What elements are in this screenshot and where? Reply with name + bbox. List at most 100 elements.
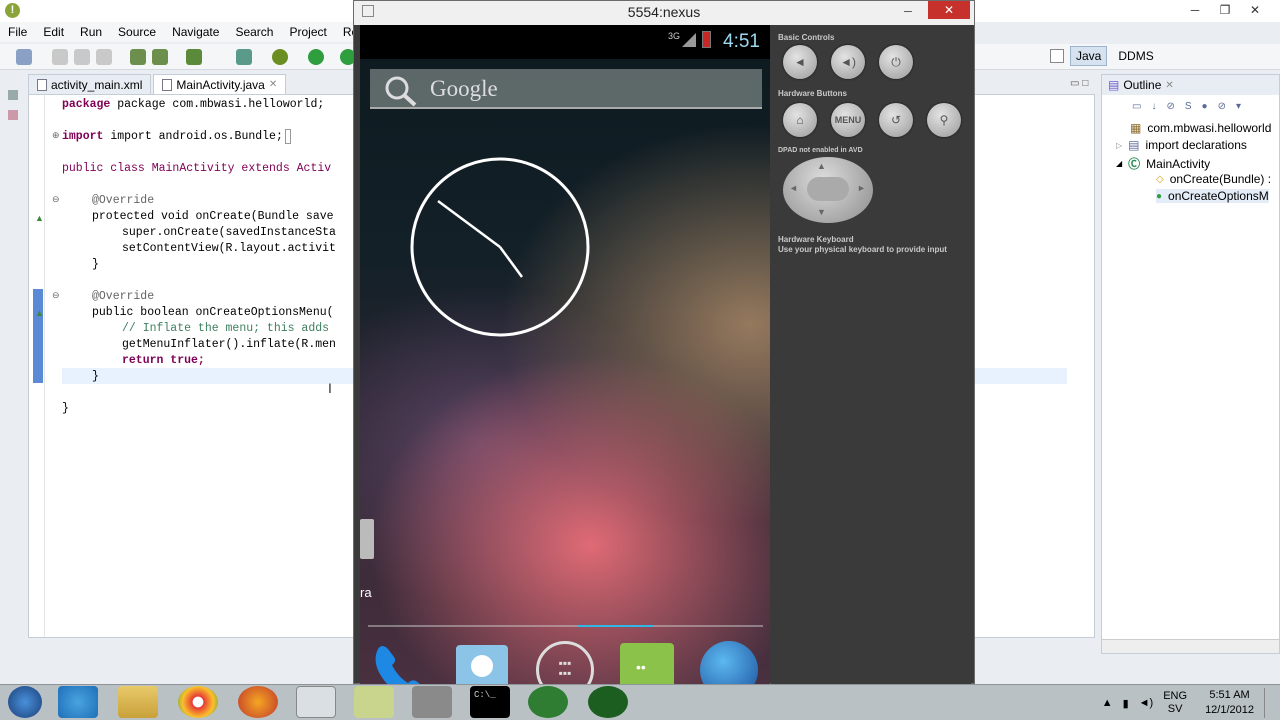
open-perspective-icon[interactable]: [1050, 49, 1064, 63]
class-icon: Ⓒ: [1128, 157, 1141, 171]
notes-icon[interactable]: [354, 686, 394, 718]
perspective-java[interactable]: Java: [1070, 46, 1108, 66]
android-task-icon[interactable]: [588, 686, 628, 718]
menu-file[interactable]: File: [0, 25, 35, 39]
outline-class[interactable]: ◢ Ⓒ MainActivity: [1116, 155, 1210, 172]
dpad-right-icon[interactable]: ►: [857, 183, 866, 193]
emulator-minimize-button[interactable]: ─: [904, 1, 912, 23]
dpad-left-icon[interactable]: ◄: [789, 183, 798, 193]
close-outline-icon[interactable]: ✕: [1165, 80, 1173, 91]
hide-local-types-icon[interactable]: ⊘: [1218, 101, 1226, 112]
refresh-icon[interactable]: [236, 49, 252, 65]
show-hidden-icons[interactable]: ▲: [1102, 697, 1113, 709]
analog-clock-widget[interactable]: [408, 155, 592, 339]
tray-time: 5:51 AM: [1209, 689, 1250, 701]
menu-run[interactable]: Run: [72, 25, 110, 39]
minimize-editor-icon[interactable]: ▭: [1070, 78, 1079, 89]
phone-icon[interactable]: [370, 641, 430, 685]
minimize-button[interactable]: ─: [1180, 0, 1210, 20]
close-button[interactable]: ✕: [1240, 0, 1270, 20]
eclipse-task-icon[interactable]: [528, 686, 568, 718]
outline-package[interactable]: ▦ com.mbwasi.helloworld: [1130, 121, 1271, 135]
hide-static-icon[interactable]: S: [1185, 101, 1192, 112]
debug-icon[interactable]: [272, 49, 288, 65]
messaging-icon[interactable]: ••: [620, 643, 674, 685]
hide-fields-icon[interactable]: ⊘: [1166, 101, 1174, 112]
close-tab-icon[interactable]: ✕: [269, 75, 277, 95]
internet-explorer-icon[interactable]: [58, 686, 98, 718]
perspective-ddms[interactable]: DDMS: [1113, 47, 1158, 65]
new-icon[interactable]: [16, 49, 32, 65]
fold-icon[interactable]: ⊖: [52, 290, 60, 301]
code-line: @Override: [92, 194, 155, 207]
language-indicator[interactable]: ENG SV: [1163, 690, 1187, 716]
task-manager-icon[interactable]: [296, 686, 336, 718]
tab-mainactivity-java[interactable]: MainActivity.java ✕: [153, 74, 287, 95]
avd-manager-icon[interactable]: [152, 49, 168, 65]
dpad-down-icon[interactable]: ▼: [817, 207, 826, 217]
dpad-center[interactable]: [807, 177, 849, 201]
android-sdk-icon[interactable]: [130, 49, 146, 65]
outline-scrollbar[interactable]: [1102, 639, 1279, 653]
hide-nonpublic-icon[interactable]: ●: [1202, 101, 1208, 112]
outline-method[interactable]: ● onCreateOptionsM: [1156, 189, 1269, 203]
restore-icon[interactable]: [8, 90, 18, 100]
outline-title[interactable]: Outline: [1123, 78, 1161, 92]
menu-search[interactable]: Search: [227, 25, 281, 39]
volume-tray-icon[interactable]: ◄): [1139, 697, 1154, 709]
tab-activity-main-xml[interactable]: activity_main.xml: [28, 74, 152, 94]
all-apps-icon[interactable]: ▪▪▪ ▪▪▪: [536, 641, 594, 685]
show-desktop-button[interactable]: [1264, 688, 1272, 718]
code-line: return true;: [122, 354, 205, 367]
fold-icon[interactable]: ⊕: [52, 130, 60, 141]
start-button[interactable]: [8, 686, 42, 718]
google-search-bar[interactable]: Google: [370, 69, 762, 109]
maximize-editor-icon[interactable]: □: [1082, 78, 1088, 89]
package-explorer-icon[interactable]: [8, 110, 18, 120]
chrome-icon[interactable]: [178, 686, 218, 718]
menu-edit[interactable]: Edit: [35, 25, 72, 39]
eclipse-app-icon: !: [5, 3, 20, 18]
command-prompt-icon[interactable]: C:\_: [470, 686, 510, 718]
dpad[interactable]: ▲ ▼ ◄ ►: [783, 157, 873, 223]
tray-clock[interactable]: 5:51 AM 12/1/2012: [1205, 688, 1254, 718]
home-button[interactable]: ⌂: [783, 103, 817, 137]
menu-project[interactable]: Project: [281, 25, 334, 39]
menu-navigate[interactable]: Navigate: [164, 25, 227, 39]
print-icon[interactable]: [96, 49, 112, 65]
file-explorer-icon[interactable]: [118, 686, 158, 718]
search-button[interactable]: ⚲: [927, 103, 961, 137]
expand-icon[interactable]: ▷: [1116, 141, 1122, 150]
sort-icon[interactable]: ↓: [1151, 101, 1156, 112]
save-icon[interactable]: [52, 49, 68, 65]
view-menu-icon[interactable]: ▾: [1236, 101, 1241, 112]
checklist-icon[interactable]: [186, 49, 202, 65]
browser-icon[interactable]: [700, 641, 758, 685]
collapse-icon[interactable]: ◢: [1116, 159, 1122, 168]
network-tray-icon[interactable]: ▮: [1123, 697, 1129, 710]
code-line: public class MainActivity extends Activ: [62, 161, 331, 177]
back-button[interactable]: ↺: [879, 103, 913, 137]
android-screen[interactable]: 3G 4:51 Google ra ▪▪▪ ▪▪▪ ••: [360, 25, 770, 685]
partial-app-icon[interactable]: [360, 519, 374, 559]
save-all-icon[interactable]: [74, 49, 90, 65]
menu-source[interactable]: Source: [110, 25, 164, 39]
emulator-title: 5554:nexus: [627, 4, 701, 20]
volume-down-button[interactable]: ◄: [783, 45, 817, 79]
power-button[interactable]: ⏻: [879, 45, 913, 79]
maximize-button[interactable]: ❐: [1210, 0, 1240, 20]
outline-method[interactable]: ◇ onCreate(Bundle) :: [1156, 172, 1271, 186]
outline-imports[interactable]: ▷ ▤ import declarations: [1116, 138, 1247, 152]
contacts-icon[interactable]: [456, 645, 508, 685]
collapse-all-icon[interactable]: ▭: [1132, 101, 1141, 112]
flash-drive-icon[interactable]: [412, 686, 452, 718]
menu-button[interactable]: MENU: [831, 103, 865, 137]
imports-icon: ▤: [1128, 138, 1140, 152]
fold-icon[interactable]: ⊖: [52, 194, 60, 205]
volume-up-button[interactable]: ◄): [831, 45, 865, 79]
dpad-up-icon[interactable]: ▲: [817, 161, 826, 171]
firefox-icon[interactable]: [238, 686, 278, 718]
run-icon[interactable]: [308, 49, 324, 65]
code-line: super.onCreate(savedInstanceSta: [122, 226, 336, 239]
emulator-close-button[interactable]: ✕: [928, 1, 970, 19]
